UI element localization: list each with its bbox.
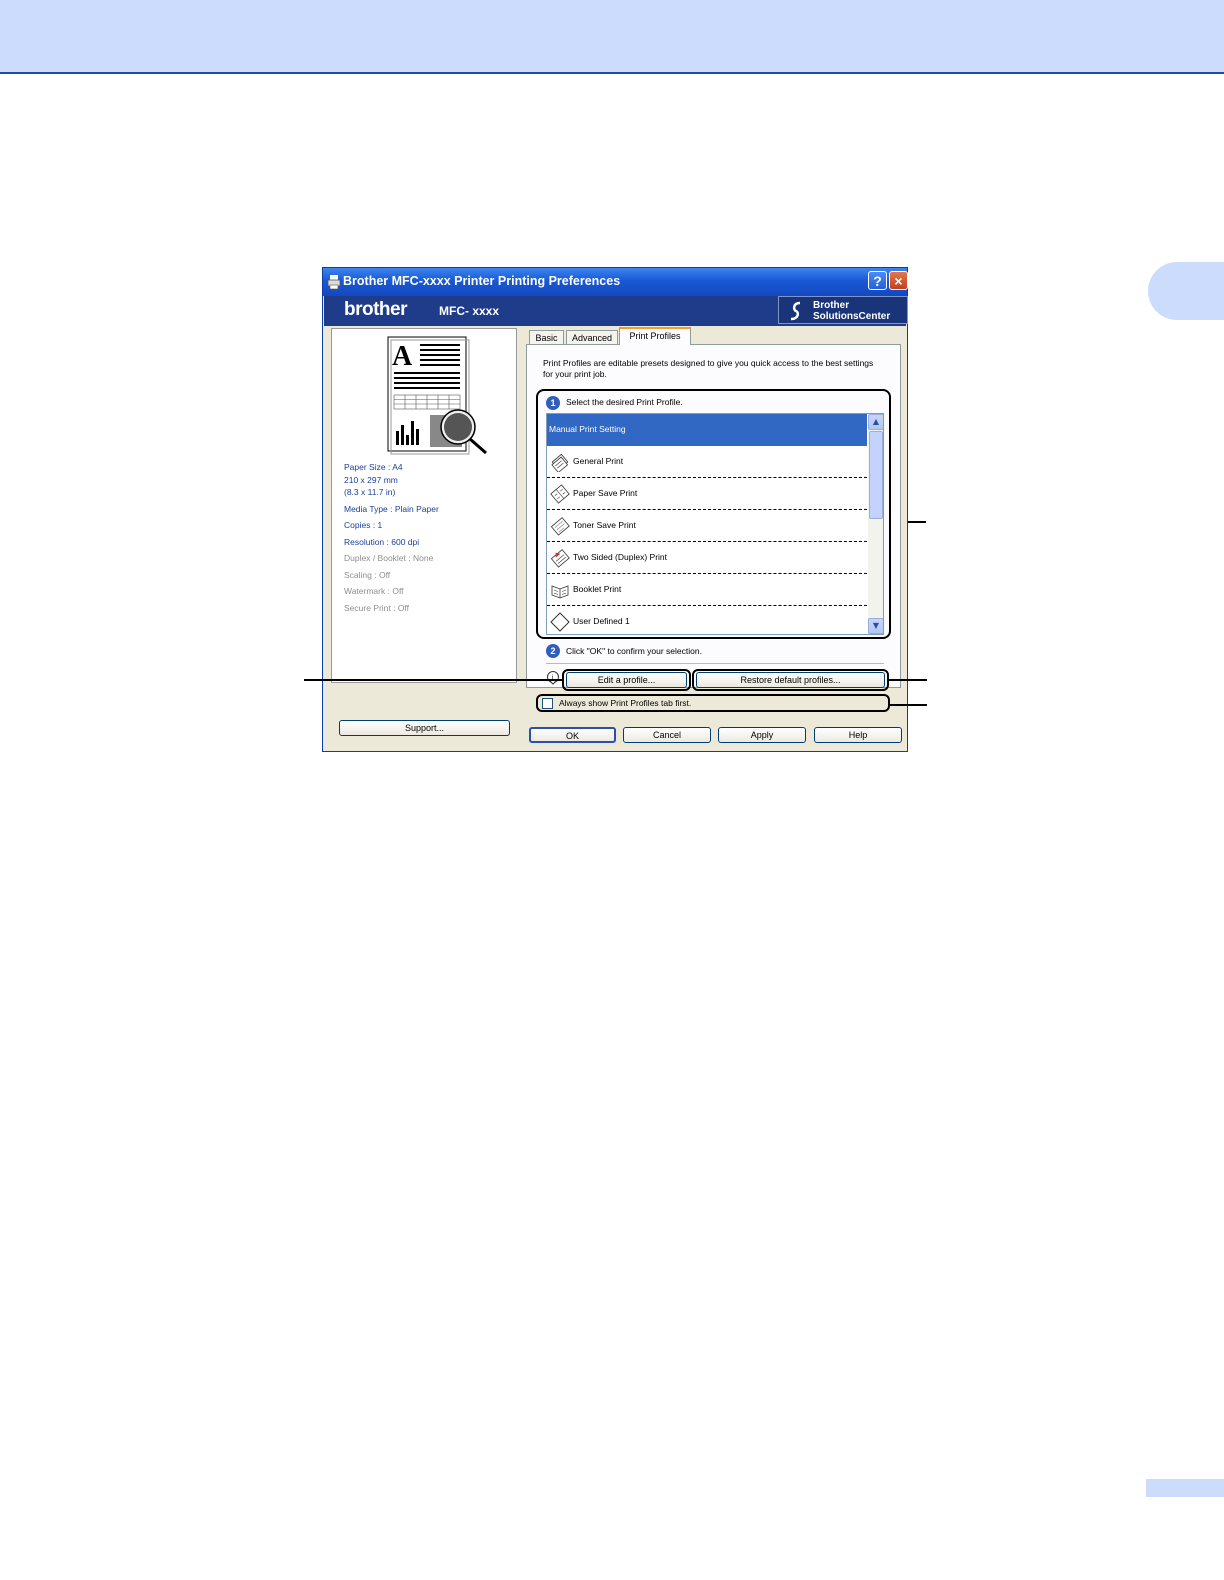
brand-bar: brother MFC- xxxx Brother SolutionsCente… (324, 296, 908, 326)
setting-watermark: Watermark : Off (344, 586, 404, 596)
profile-item-manual[interactable]: Manual Print Setting (547, 414, 867, 446)
toner-save-icon (550, 517, 570, 536)
support-button[interactable]: Support... (339, 720, 510, 736)
profile-item-label: General Print (573, 456, 624, 466)
paper-save-icon (550, 484, 570, 504)
solutions-label-line2: SolutionsCenter (813, 311, 891, 322)
apply-button[interactable]: Apply (718, 727, 806, 743)
page-number-tab (1146, 1479, 1224, 1497)
always-show-checkbox[interactable] (542, 698, 553, 709)
profile-item-label: Two Sided (Duplex) Print (573, 552, 668, 562)
separator-line (546, 663, 884, 664)
restore-default-profiles-button[interactable]: Restore default profiles... (696, 672, 885, 688)
printer-icon (327, 275, 341, 290)
callout-line-always-show (888, 704, 927, 706)
profile-item-toner-save[interactable]: Toner Save Print (547, 510, 867, 542)
scroll-thumb[interactable] (869, 431, 883, 519)
step-1-label: Select the desired Print Profile. (566, 397, 683, 407)
setting-scaling: Scaling : Off (344, 569, 391, 580)
model-name: MFC- xxxx (439, 304, 500, 318)
preview-letter: A (392, 341, 413, 372)
callout-line-edit-profile (304, 679, 564, 681)
title-help-button[interactable]: ? (868, 271, 887, 290)
profile-item-label: Paper Save Print (573, 488, 638, 498)
step-2-badge: 2 (546, 644, 560, 658)
profile-item-general[interactable]: General Print (547, 446, 867, 478)
setting-paper-dimensions-mm: 210 x 297 mm (344, 474, 398, 485)
print-profiles-panel: Print Profiles are editable presets desi… (526, 344, 901, 712)
profile-item-booklet[interactable]: Booklet Print (547, 574, 867, 606)
setting-paper-size: Paper Size : A4 (344, 462, 403, 472)
title-close-button[interactable]: × (889, 271, 908, 290)
tab-advanced[interactable]: Advanced (566, 330, 618, 345)
profile-item-user-defined-1[interactable]: User Defined 1 (547, 606, 867, 634)
profile-item-duplex[interactable]: Two Sided (Duplex) Print (547, 542, 867, 574)
profile-item-label: Toner Save Print (573, 520, 636, 530)
diamond-icon (550, 612, 570, 632)
solutions-label-line1: Brother (813, 300, 850, 311)
profile-selection-group: 1 Select the desired Print Profile. Manu… (536, 389, 891, 639)
print-profile-list[interactable]: Manual Print Setting General Print Paper… (546, 413, 884, 635)
setting-paper-dimensions-in: (8.3 x 11.7 in) (344, 487, 396, 497)
callout-line-restore (887, 679, 927, 681)
booklet-icon (551, 585, 569, 599)
solutions-center-button[interactable]: Brother SolutionsCenter (778, 296, 908, 324)
cancel-button[interactable]: Cancel (623, 727, 711, 743)
chapter-side-tab (1148, 262, 1224, 320)
solutions-s-icon (790, 301, 801, 321)
page-header-band (0, 0, 1224, 74)
page-stack-icon (551, 453, 569, 472)
profile-list-scrollbar[interactable]: ▲ ▼ (868, 414, 883, 634)
tab-basic[interactable]: Basic (529, 330, 564, 345)
scroll-down-button[interactable]: ▼ (868, 618, 883, 634)
window-title: Brother MFC-xxxx Printer Printing Prefer… (343, 274, 621, 288)
profile-item-label: Manual Print Setting (549, 424, 626, 434)
setting-copies: Copies : 1 (344, 520, 383, 530)
setting-resolution: Resolution : 600 dpi (344, 536, 420, 547)
always-show-label[interactable]: Always show Print Profiles tab first. (559, 698, 691, 708)
settings-preview-pane: A Paper Size: A4 210 x 297 mm (8.3 x 11… (331, 328, 517, 683)
page-preview-image: A (387, 336, 487, 455)
help-button[interactable]: Help (814, 727, 902, 743)
profile-item-label: Booklet Print (573, 584, 622, 594)
duplex-icon (550, 549, 570, 568)
settings-summary: Paper Size : A4 210 x 297 mm (8.3 x 11.7… (344, 461, 439, 614)
tab-print-profiles[interactable]: Print Profiles (619, 327, 691, 345)
step-1-badge: 1 (546, 396, 560, 410)
ok-button[interactable]: OK (529, 727, 616, 743)
profile-item-label: User Defined 1 (573, 616, 630, 626)
step-2-label: Click "OK" to confirm your selection. (566, 646, 702, 656)
info-icon: i (547, 671, 559, 685)
profile-item-paper-save[interactable]: Paper Save Print (547, 478, 867, 510)
scroll-up-button[interactable]: ▲ (868, 414, 883, 430)
brother-logo: brother (344, 299, 408, 320)
profiles-description: Print Profiles are editable presets desi… (543, 358, 874, 379)
setting-secure-print: Secure Print : Off (344, 602, 410, 613)
setting-media-type: Media Type : Plain Paper (344, 503, 439, 514)
callout-line-profile-list (908, 521, 926, 523)
title-bar[interactable]: Brother MFC-xxxx Printer Printing Prefer… (323, 268, 908, 296)
setting-duplex: Duplex / Booklet : None (344, 553, 434, 563)
edit-profile-button[interactable]: Edit a profile... (566, 672, 687, 688)
